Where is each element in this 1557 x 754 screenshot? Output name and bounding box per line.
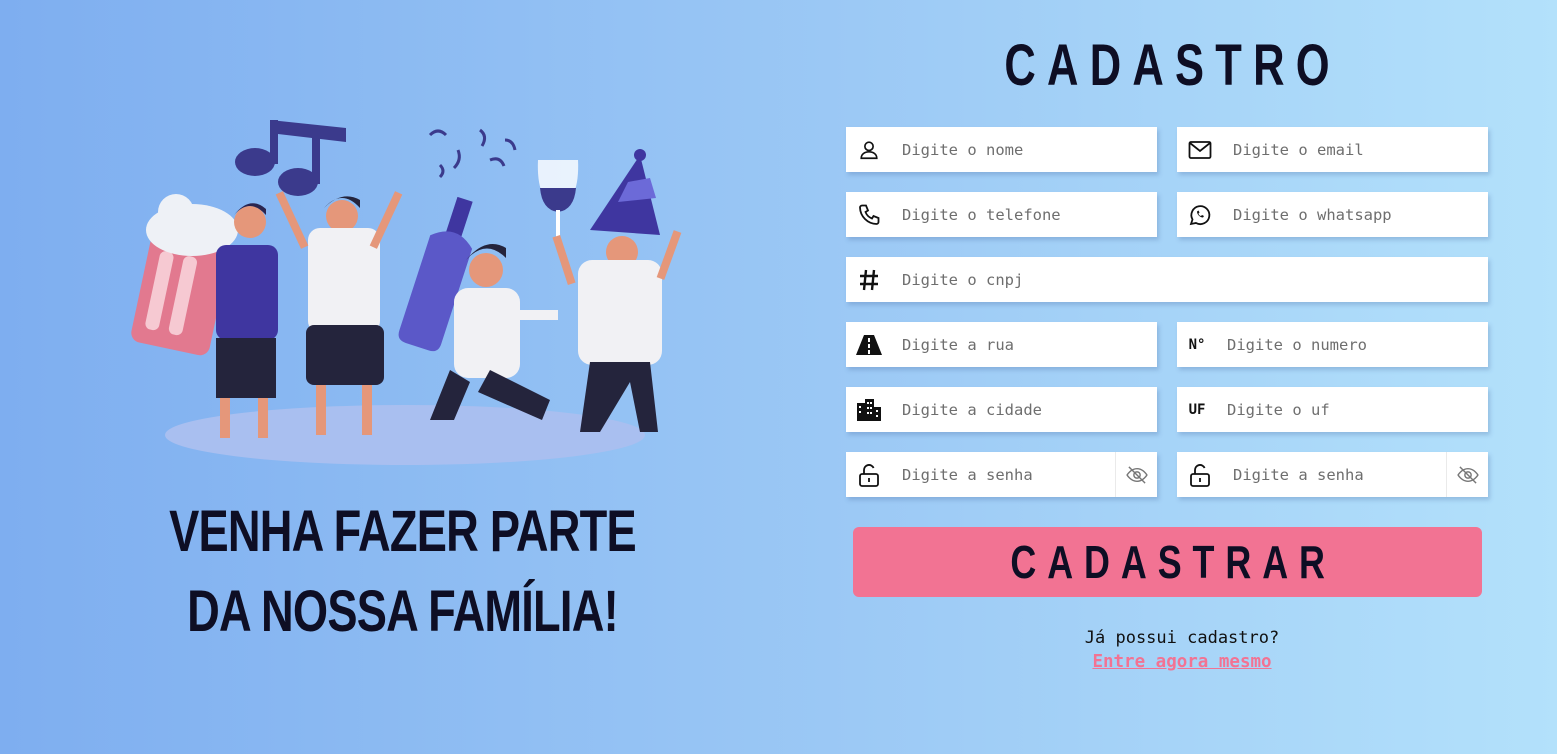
- city-icon: [846, 387, 892, 432]
- phone-icon: [846, 192, 892, 237]
- unlock-icon: [846, 452, 892, 497]
- eye-off-icon[interactable]: [1115, 452, 1157, 497]
- password-input[interactable]: [892, 452, 1115, 497]
- name-field: [846, 127, 1157, 172]
- whatsapp-icon: [1177, 192, 1223, 237]
- page-title: CADASTRO: [1004, 33, 1341, 98]
- register-button-label: CADASTRAR: [1010, 536, 1336, 588]
- name-input[interactable]: [892, 127, 1157, 172]
- state-field: UF: [1177, 387, 1488, 432]
- party-people-illustration: [131, 120, 682, 465]
- road-icon: [846, 322, 892, 367]
- mail-icon: [1177, 127, 1223, 172]
- hero-panel: VENHA FAZER PARTE DA NOSSA FAMÍLIA!: [0, 0, 805, 754]
- number-prefix: N°: [1188, 336, 1206, 353]
- login-link[interactable]: Entre agora mesmo: [846, 652, 1518, 672]
- phone-input[interactable]: [892, 192, 1157, 237]
- number-field: N°: [1177, 322, 1488, 367]
- phone-field: [846, 192, 1157, 237]
- whatsapp-field: [1177, 192, 1488, 237]
- hash-icon: [846, 257, 892, 302]
- hero-tagline: VENHA FAZER PARTE DA NOSSA FAMÍLIA!: [169, 499, 637, 644]
- state-input[interactable]: [1217, 387, 1488, 432]
- email-field: [1177, 127, 1488, 172]
- unlock-icon: [1177, 452, 1223, 497]
- street-field: [846, 322, 1157, 367]
- confirm-password-field: [1177, 452, 1488, 497]
- cnpj-field: [846, 257, 1488, 302]
- cnpj-input[interactable]: [892, 257, 1488, 302]
- city-field: [846, 387, 1157, 432]
- street-input[interactable]: [892, 322, 1157, 367]
- password-field: [846, 452, 1157, 497]
- eye-off-icon[interactable]: [1446, 452, 1488, 497]
- user-icon: [846, 127, 892, 172]
- number-input[interactable]: [1217, 322, 1488, 367]
- register-form: CADASTRO Digite o nome Digite o email Di…: [846, 0, 1488, 754]
- city-input[interactable]: [892, 387, 1157, 432]
- register-button[interactable]: CADASTRAR: [853, 527, 1482, 597]
- state-prefix: UF: [1188, 401, 1206, 418]
- email-input[interactable]: [1223, 127, 1488, 172]
- whatsapp-input[interactable]: [1223, 192, 1488, 237]
- confirm-password-input[interactable]: [1223, 452, 1446, 497]
